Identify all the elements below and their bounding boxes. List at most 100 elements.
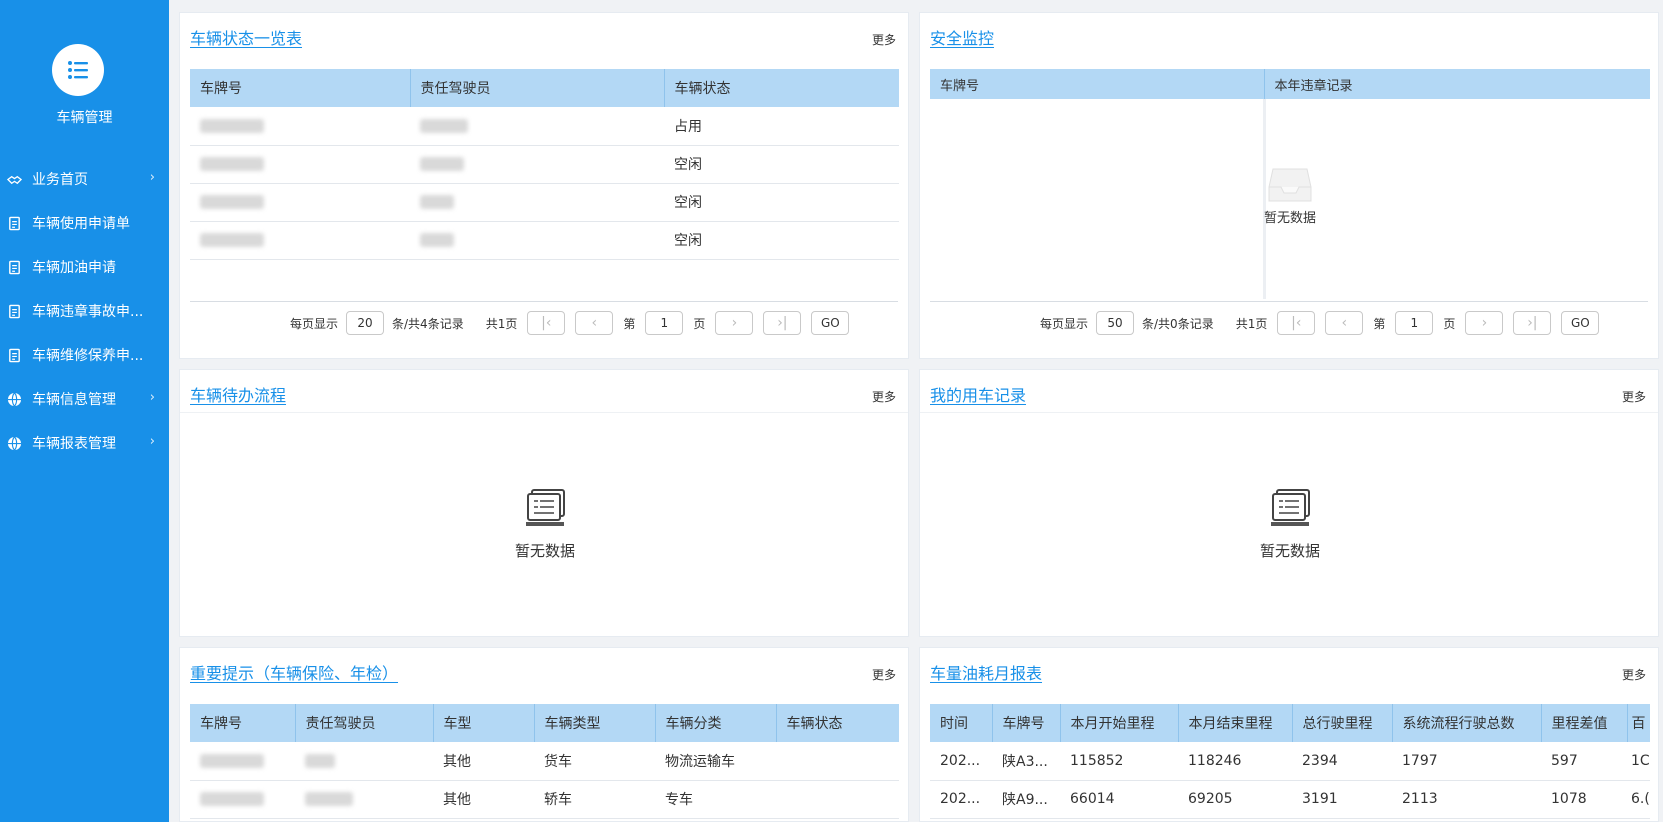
table-row[interactable]: 202... 陕A3... 115852 118246 2394 1797 59…	[930, 742, 1650, 781]
table-row[interactable]: 空闲	[190, 145, 899, 184]
driver-cell	[295, 742, 433, 781]
total-mileage-cell: 3191	[1292, 780, 1392, 819]
table-row[interactable]: 空闲	[190, 183, 899, 222]
important-notice-panel: 重要提示（车辆保险、年检） 更多 车牌号 责任驾驶员 车型 车辆类型 车辆分类 …	[179, 647, 909, 822]
redacted-value	[200, 195, 264, 209]
sidebar-item-reports[interactable]: 车辆报表管理 ›	[0, 421, 169, 465]
status-cell: 空闲	[664, 145, 899, 184]
column-header[interactable]: 本月开始里程	[1060, 704, 1179, 742]
no-data-icon	[526, 489, 565, 526]
document-icon	[6, 303, 22, 319]
per-page-input[interactable]: 20	[346, 311, 385, 335]
table-row[interactable]: 202... 陕A9... 66014 69205 3191 2113 1078…	[930, 780, 1650, 819]
redacted-value	[420, 157, 464, 171]
first-page-button[interactable]: |‹	[527, 311, 566, 335]
page-input[interactable]: 1	[645, 311, 684, 335]
status-cell	[776, 780, 899, 819]
empty-text: 暂无数据	[1263, 211, 1316, 226]
empty-state: 暂无数据	[1260, 165, 1320, 226]
more-link[interactable]: 更多	[872, 388, 896, 405]
page-count: 共1页	[485, 316, 518, 331]
next-page-button[interactable]: ›	[715, 311, 754, 335]
redacted-value	[305, 792, 353, 806]
page-suffix: 页	[693, 316, 706, 331]
fuel-report-panel: 车量油耗月报表 更多 时间 车牌号 本月开始里程 本月结束里程 总行驶里程 系统…	[919, 647, 1659, 822]
per-page-input[interactable]: 50	[1096, 311, 1135, 335]
column-header[interactable]: 车辆状态	[664, 69, 899, 107]
start-mileage-cell: 66014	[1060, 780, 1178, 819]
column-header[interactable]: 车牌号	[190, 704, 296, 742]
page-input[interactable]: 1	[1395, 311, 1434, 335]
more-link[interactable]: 更多	[1622, 388, 1646, 405]
menu-list-icon[interactable]	[52, 44, 104, 96]
column-header[interactable]: 责任驾驶员	[410, 69, 665, 107]
go-button[interactable]: GO	[811, 311, 850, 335]
mileage-diff-cell: 1078	[1541, 780, 1627, 819]
panel-title-link[interactable]: 车量油耗月报表	[930, 660, 1042, 684]
prev-page-button[interactable]: ‹	[1325, 311, 1364, 335]
column-header[interactable]: 系统流程行驶总数	[1392, 704, 1542, 742]
page-prefix: 第	[1373, 316, 1386, 331]
column-header[interactable]: 车牌号	[190, 69, 411, 107]
panel-title-link[interactable]: 我的用车记录	[930, 382, 1026, 406]
column-header[interactable]: 总行驶里程	[1292, 704, 1393, 742]
table-row[interactable]: 空闲	[190, 221, 899, 260]
column-header[interactable]: 车牌号	[992, 704, 1061, 742]
go-button[interactable]: GO	[1561, 311, 1600, 335]
safety-monitor-panel: 安全监控 车牌号 本年违章记录 暂无数据 每页显示 50 条/共0条记录 共1页…	[919, 12, 1659, 359]
column-header[interactable]: 责任驾驶员	[295, 704, 434, 742]
page-suffix: 页	[1443, 316, 1456, 331]
plate-cell: 陕A9...	[992, 780, 1060, 819]
sidebar-item-violation-request[interactable]: 车辆违章事故申...	[0, 289, 169, 333]
redacted-value	[305, 753, 335, 768]
plate-cell	[190, 780, 295, 819]
sidebar-item-vehicle-info[interactable]: 车辆信息管理 ›	[0, 377, 169, 421]
plate-cell	[190, 145, 410, 184]
first-page-button[interactable]: |‹	[1277, 311, 1316, 335]
sidebar-item-label: 车辆维修保养申...	[32, 348, 144, 364]
pending-workflow-panel: 车辆待办流程 更多 暂无数据	[179, 369, 909, 637]
time-cell: 202...	[930, 780, 992, 819]
column-header[interactable]: 本年违章记录	[1264, 69, 1650, 99]
redacted-value	[200, 118, 264, 133]
sidebar-item-fuel-request[interactable]: 车辆加油申请	[0, 245, 169, 289]
panel-title-link[interactable]: 车辆待办流程	[190, 382, 286, 406]
document-icon	[6, 347, 22, 363]
sidebar-item-usage-request[interactable]: 车辆使用申请单	[0, 201, 169, 245]
pagination: 每页显示 50 条/共0条记录 共1页 |‹ ‹ 第 1 页 › ›| GO	[1040, 311, 1600, 335]
table-row[interactable]: 占用	[190, 107, 899, 146]
table-row[interactable]: 其他 货车 物流运输车	[190, 742, 899, 781]
sidebar-item-maintenance-request[interactable]: 车辆维修保养申...	[0, 333, 169, 377]
per-100km-cell: 1C	[1627, 742, 1650, 781]
more-link[interactable]: 更多	[1622, 666, 1646, 683]
more-link[interactable]: 更多	[872, 666, 896, 683]
status-cell: 空闲	[664, 183, 899, 222]
last-page-button[interactable]: ›|	[763, 311, 802, 335]
panel-title-link[interactable]: 车辆状态一览表	[190, 25, 302, 49]
panel-title-link[interactable]: 重要提示（车辆保险、年检）	[190, 660, 398, 684]
sidebar-item-home[interactable]: 业务首页 ›	[0, 157, 169, 201]
column-header[interactable]: 车型	[433, 704, 535, 742]
redacted-value	[420, 195, 454, 209]
prev-page-button[interactable]: ‹	[575, 311, 614, 335]
column-header[interactable]: 百	[1627, 704, 1650, 742]
status-cell: 空闲	[664, 221, 899, 260]
status-cell	[776, 742, 899, 781]
more-link[interactable]: 更多	[872, 31, 896, 48]
plate-cell: 陕A3...	[992, 742, 1060, 781]
redacted-value	[420, 233, 454, 247]
panel-title-link[interactable]: 安全监控	[930, 25, 994, 49]
driver-cell	[410, 107, 664, 146]
column-header[interactable]: 车辆分类	[655, 704, 777, 742]
next-page-button[interactable]: ›	[1465, 311, 1504, 335]
driver-cell	[410, 183, 664, 222]
column-header[interactable]: 时间	[930, 704, 993, 742]
column-header[interactable]: 车牌号	[930, 69, 1265, 99]
column-header[interactable]: 里程差值	[1541, 704, 1628, 742]
column-header[interactable]: 车辆状态	[776, 704, 899, 742]
sidebar-item-label: 车辆报表管理	[32, 436, 116, 452]
last-page-button[interactable]: ›|	[1513, 311, 1552, 335]
table-row[interactable]: 其他 轿车 专车	[190, 780, 899, 819]
column-header[interactable]: 本月结束里程	[1178, 704, 1293, 742]
column-header[interactable]: 车辆类型	[534, 704, 656, 742]
